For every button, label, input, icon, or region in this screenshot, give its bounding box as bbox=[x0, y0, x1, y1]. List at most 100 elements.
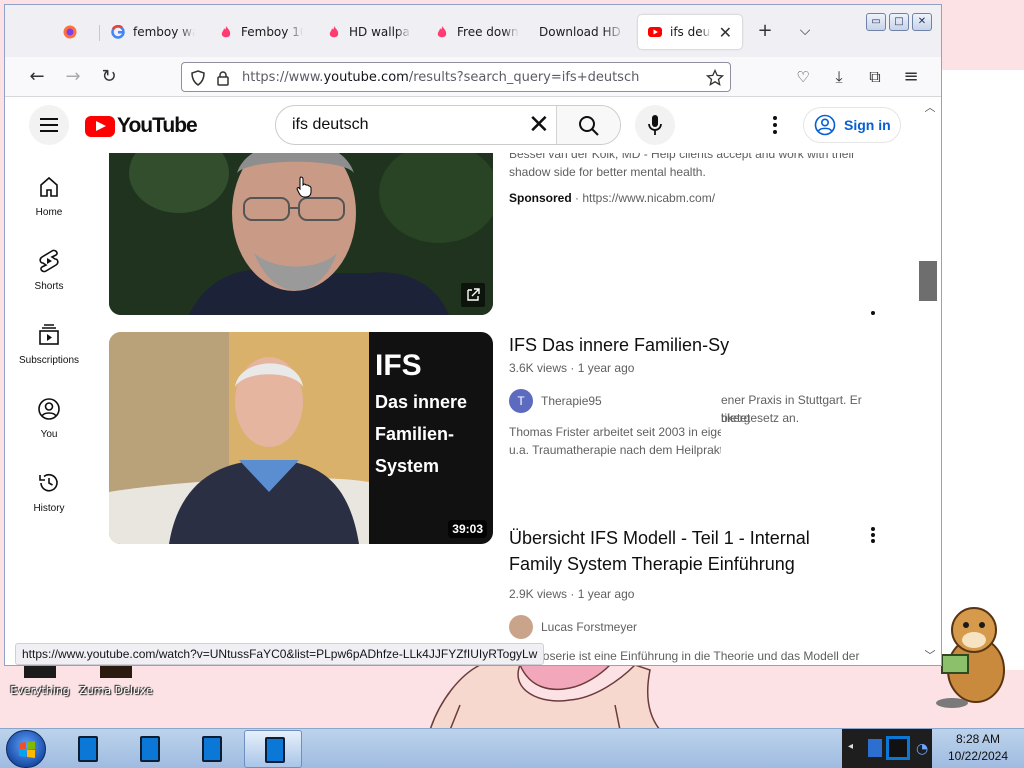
tray-app-icon[interactable] bbox=[868, 739, 882, 757]
close-window-button[interactable]: ✕ bbox=[912, 13, 932, 31]
app-window-icon bbox=[202, 736, 222, 762]
sidebar-item-you[interactable]: You bbox=[9, 385, 89, 449]
shield-icon[interactable] bbox=[190, 70, 206, 86]
video-title-line1[interactable]: Übersicht IFS Modell - Teil 1 - Internal bbox=[509, 525, 810, 551]
tray-expand-icon[interactable]: ◂ bbox=[848, 741, 853, 752]
taskbar-clock[interactable]: 8:28 AM 10/22/2024 bbox=[932, 731, 1024, 767]
video-description-line1: Thomas Frister arbeitet seit 2003 in eig… bbox=[509, 425, 721, 439]
link-status-bar: https://www.youtube.com/watch?v=UNtussFa… bbox=[15, 643, 545, 665]
voice-search-button[interactable] bbox=[635, 105, 675, 145]
video-title[interactable]: IFS Das innere Familien-Sy bbox=[509, 332, 729, 358]
bookmark-star-icon[interactable] bbox=[706, 69, 724, 87]
scroll-down-arrow[interactable]: ﹀ bbox=[923, 647, 937, 662]
taskbar-app-button[interactable] bbox=[182, 730, 240, 768]
search-box[interactable]: ifs deutsch ✕ bbox=[275, 105, 621, 145]
tab-free-downlo[interactable]: Free downlo bbox=[425, 15, 529, 49]
network-icon[interactable]: ◔ bbox=[916, 741, 928, 757]
scroll-up-arrow[interactable]: ︿ bbox=[923, 99, 937, 114]
lock-icon[interactable] bbox=[216, 70, 230, 86]
tinder-icon bbox=[221, 26, 231, 38]
search-button[interactable] bbox=[556, 106, 620, 144]
video-duration: 39:03 bbox=[448, 520, 487, 538]
downloads-icon[interactable]: ⤓ bbox=[827, 65, 851, 89]
ad-description-line2: shadow side for better mental health. bbox=[509, 165, 706, 179]
reload-button[interactable]: ↻ bbox=[97, 65, 121, 89]
video-channel[interactable]: Lucas Forstmeyer bbox=[509, 615, 637, 639]
clear-search-icon[interactable]: ✕ bbox=[528, 112, 550, 138]
tab-firefox-view[interactable] bbox=[53, 15, 95, 49]
desktop-icon-everything[interactable]: Everything bbox=[0, 664, 80, 704]
desktop-icon-label: Everything bbox=[10, 684, 70, 697]
hand-cursor-icon bbox=[296, 176, 312, 198]
youtube-header: YouTube ifs deutsch ✕ Sign in bbox=[5, 97, 923, 153]
tab-label: femboy wal bbox=[133, 25, 195, 39]
video-more-icon[interactable] bbox=[865, 525, 881, 545]
minimize-button[interactable]: ▭ bbox=[866, 13, 886, 31]
tab-label: HD wallpap bbox=[349, 25, 411, 39]
taskbar-app-button-active[interactable] bbox=[244, 730, 302, 768]
guide-menu-button[interactable] bbox=[29, 105, 69, 145]
tab-download-hd[interactable]: Download HD v bbox=[529, 15, 635, 49]
maximize-button[interactable]: □ bbox=[889, 13, 909, 31]
start-button[interactable] bbox=[6, 730, 46, 768]
youtube-icon bbox=[648, 27, 662, 37]
navigation-toolbar: ← → ↻ https://www.youtube.com/results?se… bbox=[5, 57, 941, 97]
back-button[interactable]: ← bbox=[25, 65, 49, 89]
tab-label: ifs deutsc bbox=[670, 25, 711, 39]
ad-sponsor-line: Sponsored · https://www.nicabm.com/ bbox=[509, 191, 716, 205]
tab-label: Download HD v bbox=[539, 25, 625, 39]
video-thumbnail[interactable]: IFS Das innere Familien- System 39:03 bbox=[109, 332, 493, 544]
external-link-icon[interactable] bbox=[461, 283, 485, 307]
ad-url[interactable]: https://www.nicabm.com/ bbox=[582, 191, 715, 205]
pocket-icon[interactable]: ♡ bbox=[791, 65, 815, 89]
extensions-icon[interactable]: ⧉ bbox=[863, 65, 887, 89]
app-window-icon bbox=[265, 737, 285, 763]
sidebar-item-history[interactable]: History bbox=[9, 459, 89, 523]
taskbar: ◂ ◔ 8:28 AM 10/22/2024 bbox=[0, 728, 1024, 768]
windows-logo-icon bbox=[19, 741, 35, 758]
youtube-page: YouTube ifs deutsch ✕ Sign in Home Short… bbox=[5, 97, 941, 665]
tab-hd-wallpap[interactable]: HD wallpap bbox=[317, 15, 421, 49]
youtube-logo[interactable]: YouTube bbox=[85, 114, 198, 138]
video-title-line2[interactable]: Family System Therapie Einführung bbox=[509, 551, 795, 577]
video-channel[interactable]: T Therapie95 bbox=[509, 389, 602, 413]
youtube-logo-icon bbox=[85, 115, 115, 137]
tinder-icon bbox=[437, 26, 447, 38]
tab-label: Free downlo bbox=[457, 25, 519, 39]
tab-femboy-wal[interactable]: femboy wal bbox=[101, 15, 205, 49]
new-tab-button[interactable]: + bbox=[753, 19, 777, 43]
taskbar-app-button[interactable] bbox=[58, 730, 116, 768]
video-meta: 2.9K views · 1 year ago bbox=[509, 587, 635, 601]
youtube-logo-text: YouTube bbox=[117, 114, 198, 137]
sign-in-button[interactable]: Sign in bbox=[803, 107, 901, 143]
sidebar-item-shorts[interactable]: Shorts bbox=[9, 237, 89, 301]
forward-button[interactable]: → bbox=[61, 65, 85, 89]
account-icon bbox=[814, 114, 836, 136]
list-all-tabs-button[interactable]: ⌵ bbox=[793, 19, 817, 43]
video-more-icon[interactable] bbox=[865, 297, 881, 317]
sidebar-item-home[interactable]: Home bbox=[9, 163, 89, 227]
tab-femboy-108[interactable]: Femboy 108 bbox=[209, 15, 313, 49]
taskbar-app-button[interactable] bbox=[120, 730, 178, 768]
tray-app-icon[interactable] bbox=[886, 736, 910, 760]
search-input[interactable]: ifs deutsch bbox=[292, 116, 368, 134]
sidebar-item-label: You bbox=[40, 429, 58, 440]
video-description: e Videoserie ist eine Einführung in die … bbox=[509, 649, 860, 663]
desktop-icon-label: Zuma Deluxe bbox=[79, 684, 153, 697]
video-meta: 3.6K views · 1 year ago bbox=[509, 361, 635, 375]
app-menu-icon[interactable]: ≡ bbox=[899, 65, 923, 89]
address-bar[interactable]: https://www.youtube.com/results?search_q… bbox=[181, 62, 731, 92]
sidebar-item-subscriptions[interactable]: Subscriptions bbox=[9, 311, 89, 375]
tab-close-icon[interactable]: ✕ bbox=[719, 23, 732, 42]
search-icon bbox=[579, 116, 599, 136]
you-icon bbox=[38, 398, 60, 420]
ad-description-line1: Bessel van der Kolk, MD - Help clients a… bbox=[509, 153, 856, 161]
system-tray: ◂ ◔ bbox=[842, 729, 932, 768]
history-icon bbox=[39, 473, 58, 492]
clock-time: 8:28 AM bbox=[955, 732, 1001, 746]
settings-more-icon[interactable] bbox=[763, 113, 787, 137]
channel-avatar: T bbox=[509, 389, 533, 413]
scrollbar-thumb[interactable] bbox=[919, 261, 937, 301]
tab-ifs-deutsch[interactable]: ifs deutsc ✕ bbox=[638, 15, 742, 49]
desktop-icon-zuma-deluxe[interactable]: Zuma Deluxe bbox=[76, 664, 156, 704]
